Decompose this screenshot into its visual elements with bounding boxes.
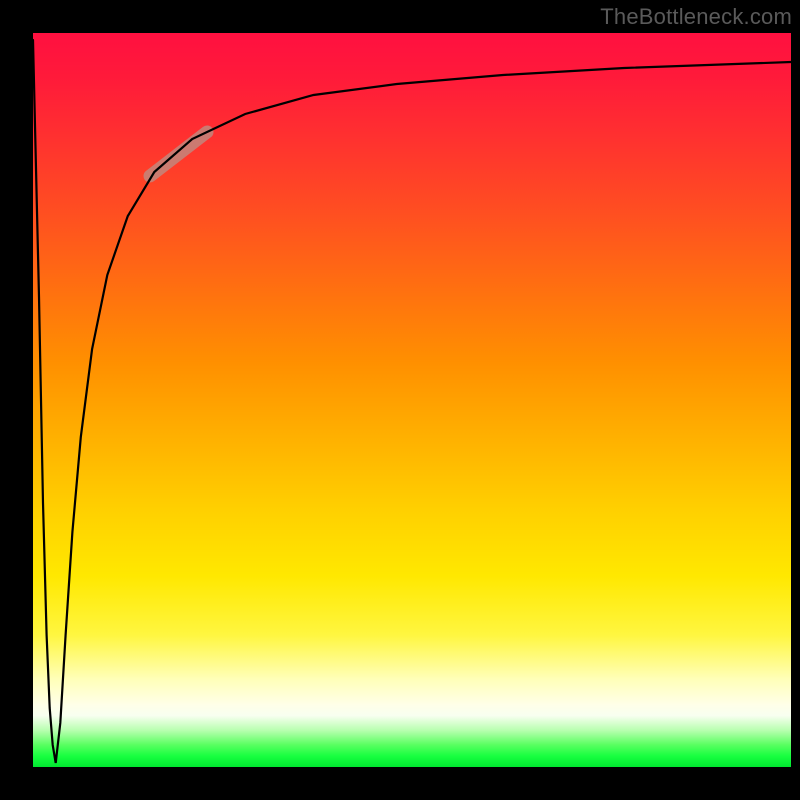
bottleneck-curve bbox=[33, 40, 791, 763]
chart-svg bbox=[33, 33, 791, 767]
plot-area bbox=[33, 33, 791, 767]
watermark-text: TheBottleneck.com bbox=[600, 4, 792, 30]
